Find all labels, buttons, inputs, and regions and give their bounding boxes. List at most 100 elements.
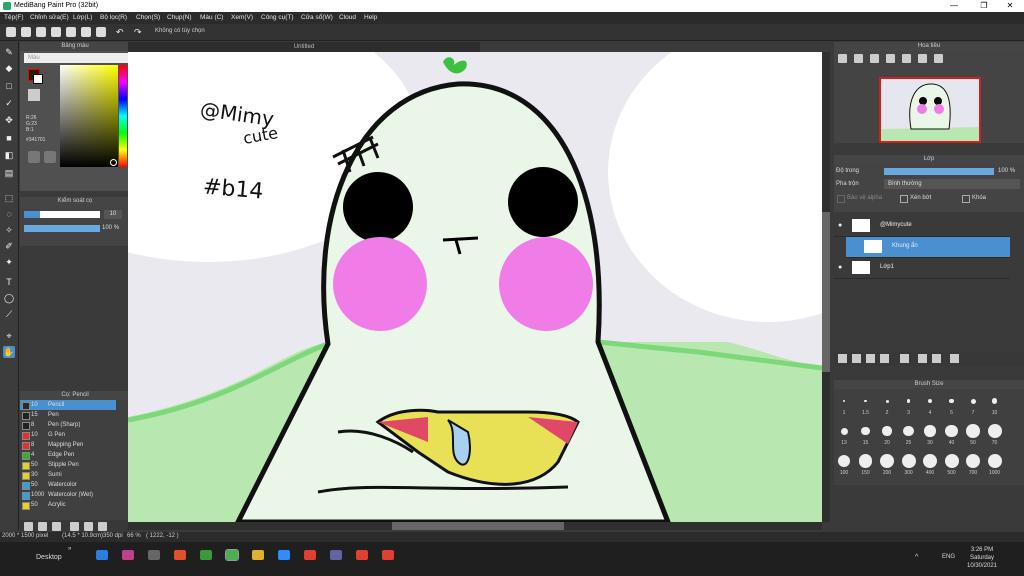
new-8bit-layer-icon[interactable] bbox=[866, 354, 875, 363]
layer-row[interactable]: ● Lớp1 bbox=[834, 258, 1010, 279]
divide-tool-icon[interactable]: ⟋ bbox=[3, 308, 15, 320]
transform-icon[interactable] bbox=[96, 27, 106, 37]
menu-cloud[interactable]: Cloud bbox=[339, 14, 356, 21]
brush-size-dot[interactable] bbox=[864, 399, 867, 403]
hand-tool-icon[interactable]: ✋ bbox=[3, 346, 15, 358]
add-brush-icon[interactable] bbox=[38, 522, 47, 531]
brush-opacity-slider[interactable] bbox=[24, 225, 100, 232]
brush-menu-icon[interactable] bbox=[52, 522, 61, 531]
canvas-h-scrollbar[interactable] bbox=[128, 522, 822, 530]
undo-icon[interactable]: ↶ bbox=[116, 27, 124, 38]
color-search-input[interactable]: Màu bbox=[24, 53, 128, 63]
menu-filter[interactable]: Bộ lọc(R) bbox=[100, 14, 127, 21]
wifi-app-icon[interactable] bbox=[174, 550, 186, 560]
move-tool-icon[interactable]: ✥ bbox=[3, 114, 15, 126]
brush-row[interactable]: 8 Mapping Pen bbox=[20, 440, 116, 450]
alpha-protect-checkbox[interactable] bbox=[837, 195, 845, 203]
brush-size-dot[interactable] bbox=[991, 398, 998, 404]
minimize-button[interactable]: — bbox=[940, 0, 968, 12]
language-indicator[interactable]: ENG bbox=[942, 554, 955, 560]
copy-brush-icon[interactable] bbox=[70, 522, 79, 531]
duplicate-layer-icon[interactable] bbox=[918, 354, 927, 363]
color-wheel-icon[interactable] bbox=[28, 151, 40, 163]
color-hue-strip[interactable] bbox=[119, 65, 127, 167]
menu-file[interactable]: Tệp(F) bbox=[4, 14, 24, 21]
bucket-tool-icon[interactable]: ◧ bbox=[3, 149, 15, 161]
redo-icon[interactable]: ↷ bbox=[134, 27, 142, 38]
brush-size-dot[interactable] bbox=[861, 426, 870, 436]
menu-tools[interactable]: Công cụ(T) bbox=[261, 14, 294, 21]
color-palette-icon[interactable] bbox=[44, 151, 56, 163]
brush-size-dot[interactable] bbox=[987, 454, 1002, 468]
select-pen-icon[interactable]: ✐ bbox=[3, 240, 15, 252]
brush-size-dot[interactable] bbox=[949, 398, 954, 404]
brush-size-dot[interactable] bbox=[882, 426, 892, 436]
check-tool-icon[interactable]: ✓ bbox=[3, 97, 15, 109]
transparent-color-swatch[interactable] bbox=[28, 89, 40, 101]
select-tool-icon[interactable]: ⬚ bbox=[3, 192, 15, 204]
spreadsheet-icon[interactable] bbox=[200, 550, 212, 560]
brush-size-value[interactable]: 10 bbox=[104, 210, 122, 219]
save-icon[interactable] bbox=[36, 27, 46, 37]
chrome-icon[interactable] bbox=[304, 550, 316, 560]
medibang-taskbar-icon[interactable] bbox=[225, 549, 239, 561]
brush-row[interactable]: 15 Pen bbox=[20, 410, 116, 420]
eyedropper-icon[interactable]: ⌖ bbox=[3, 330, 15, 342]
menu-capture[interactable]: Chụp(N) bbox=[167, 14, 192, 21]
cloud-icon[interactable] bbox=[51, 27, 61, 37]
file-explorer-icon[interactable] bbox=[252, 550, 264, 560]
brush-size-dot[interactable] bbox=[923, 454, 937, 468]
lock-checkbox[interactable] bbox=[962, 195, 970, 203]
brush-size-dot[interactable] bbox=[838, 455, 850, 467]
app-icon-2[interactable] bbox=[122, 550, 134, 560]
zoom-icon[interactable] bbox=[278, 550, 290, 560]
menu-help[interactable]: Help bbox=[364, 14, 377, 21]
blend-mode-select[interactable]: Bình thường bbox=[884, 179, 1020, 189]
eraser-tool-icon[interactable]: ◆ bbox=[3, 62, 15, 74]
maximize-button[interactable]: ❐ bbox=[970, 0, 998, 12]
layer-row[interactable]: ● @Mimycute bbox=[834, 216, 1010, 237]
open-icon[interactable] bbox=[21, 27, 31, 37]
brush-row[interactable]: 1000 Watercolor (Wet) bbox=[20, 490, 116, 500]
nav-actual-size-icon[interactable] bbox=[886, 54, 895, 63]
brush-row[interactable]: 50 Watercolor bbox=[20, 480, 116, 490]
document-tab[interactable]: Untitled bbox=[128, 42, 480, 52]
fill-tool-icon[interactable]: ■ bbox=[3, 132, 15, 144]
canvas[interactable]: @Mimy cute #b14 bbox=[128, 52, 822, 522]
menu-window[interactable]: Cửa sổ(W) bbox=[301, 14, 333, 21]
brush-size-dot[interactable] bbox=[840, 427, 848, 435]
brush-size-dot[interactable] bbox=[901, 454, 916, 468]
layer-row[interactable]: Khung ẩn bbox=[846, 237, 1010, 258]
brush-size-dot[interactable] bbox=[880, 454, 894, 468]
nav-rotate-right-icon[interactable] bbox=[918, 54, 927, 63]
brush-size-dot[interactable] bbox=[903, 425, 914, 437]
tray-expand-icon[interactable]: ^ bbox=[915, 554, 918, 561]
navigator-preview[interactable] bbox=[879, 77, 981, 143]
new-layer-icon[interactable] bbox=[838, 354, 847, 363]
nav-zoom-out-icon[interactable] bbox=[838, 54, 847, 63]
gradient-tool-icon[interactable]: ▤ bbox=[3, 167, 15, 179]
brush-size-dot[interactable] bbox=[924, 425, 936, 437]
desktop-expand-icon[interactable]: » bbox=[68, 546, 71, 552]
canvas-v-scrollbar[interactable] bbox=[822, 52, 830, 522]
color-sv-square[interactable] bbox=[60, 65, 118, 167]
clock[interactable]: 3:26 PM Saturday 10/30/2021 bbox=[962, 546, 1002, 570]
brush-size-dot[interactable] bbox=[945, 424, 958, 438]
merge-layer-icon[interactable] bbox=[932, 354, 941, 363]
select-eraser-icon[interactable]: ✦ bbox=[3, 256, 15, 268]
brush-row[interactable]: 8 Pen (Sharp) bbox=[20, 420, 116, 430]
brush-settings-icon[interactable] bbox=[24, 522, 33, 531]
menu-select[interactable]: Chọn(S) bbox=[136, 14, 160, 21]
close-button[interactable]: ✕ bbox=[996, 0, 1024, 12]
nav-rotate-left-icon[interactable] bbox=[902, 54, 911, 63]
brush-size-dot[interactable] bbox=[858, 454, 873, 468]
lasso-tool-icon[interactable]: ◌ bbox=[3, 208, 15, 220]
secondary-color-swatch[interactable] bbox=[33, 74, 43, 84]
brush-row[interactable]: 30 Sumi bbox=[20, 470, 116, 480]
layer-folder-icon[interactable] bbox=[900, 354, 909, 363]
chrome-icon-2[interactable] bbox=[356, 550, 368, 560]
layer-opacity-slider[interactable] bbox=[884, 168, 994, 175]
brush-size-dot[interactable] bbox=[906, 399, 911, 403]
brush-size-dot[interactable] bbox=[966, 424, 980, 438]
layer-visibility-icon[interactable]: ● bbox=[838, 264, 842, 271]
